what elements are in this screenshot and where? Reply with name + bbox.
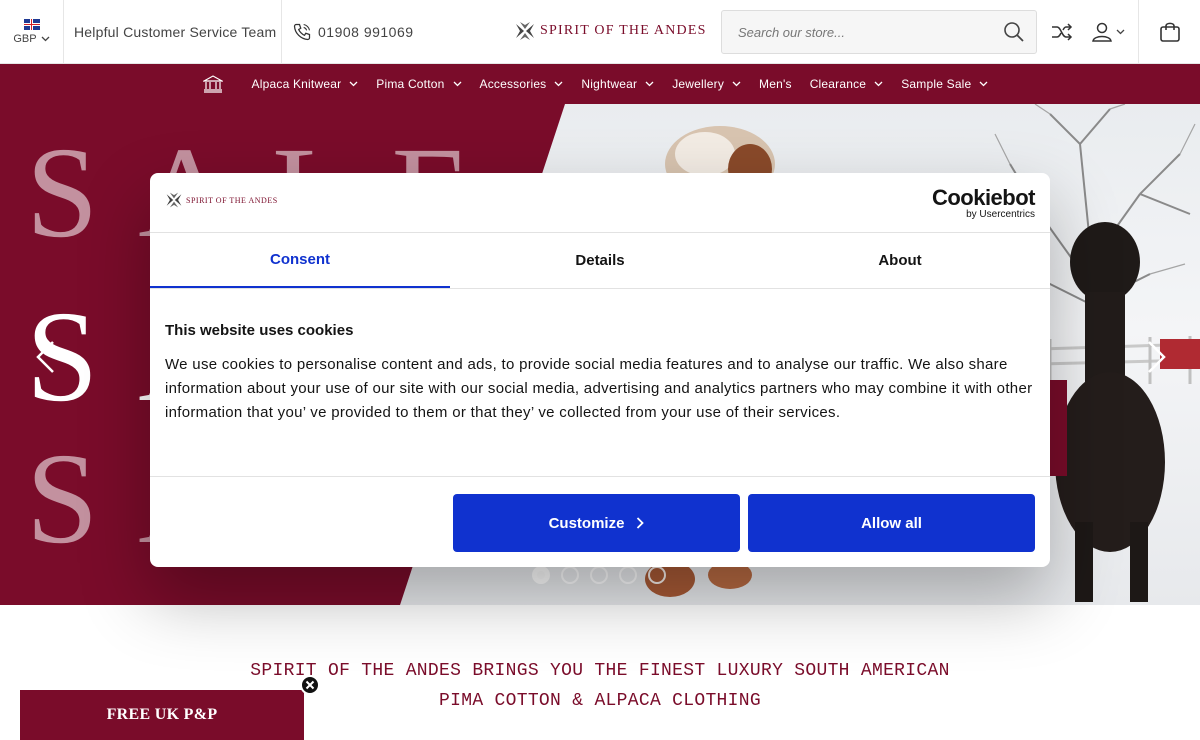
cookiebot-logo[interactable]: Cookiebot by Usercentrics <box>931 185 1036 221</box>
tab-consent[interactable]: Consent <box>150 233 450 288</box>
nav-item-nightwear[interactable]: Nightwear <box>581 77 654 91</box>
cookie-dialog-body: This website uses cookies We use cookies… <box>150 289 1050 477</box>
nav-item-label: Pima Cotton <box>376 77 445 91</box>
free-shipping-banner[interactable]: FREE UK P&P <box>20 690 304 740</box>
chevron-down-icon <box>349 81 358 87</box>
chevron-down-icon <box>874 81 883 87</box>
chevron-down-icon <box>41 36 50 42</box>
slider-dot[interactable] <box>590 566 608 584</box>
account-button[interactable] <box>1084 0 1132 64</box>
chevron-down-icon <box>732 81 741 87</box>
chevron-down-icon <box>645 81 654 87</box>
cookie-dialog-text: We use cookies to personalise content an… <box>165 356 1033 421</box>
nav-item-label: Clearance <box>809 77 867 91</box>
nav-item-label: Alpaca Knitwear <box>251 77 342 91</box>
slider-dot[interactable] <box>648 566 666 584</box>
shuffle-icon <box>1052 23 1073 41</box>
nav-item-label: Nightwear <box>581 77 638 91</box>
slider-dot[interactable] <box>619 566 637 584</box>
customer-service-link[interactable]: Helpful Customer Service Team <box>64 0 282 64</box>
cart-button[interactable] <box>1138 0 1200 64</box>
search-button[interactable] <box>992 10 1036 54</box>
chevron-down-icon <box>453 81 461 87</box>
currency-label: GBP <box>13 33 37 45</box>
user-icon <box>1092 22 1112 42</box>
phone-link[interactable]: 01908 991069 <box>292 0 414 64</box>
free-shipping-label: FREE UK P&P <box>106 706 218 723</box>
nav-item-label: Men's <box>759 77 792 91</box>
slider-prev-arrow-icon[interactable] <box>34 340 56 374</box>
cookie-consent-dialog: SPIRIT OF THE ANDES Cookiebot by Usercen… <box>150 173 1050 567</box>
chevron-right-icon <box>637 517 645 529</box>
cookie-dialog-brand-name: SPIRIT OF THE ANDES <box>186 195 278 205</box>
cookie-tabs: Consent Details About <box>150 233 1050 289</box>
dark-alpaca-image <box>1055 222 1165 602</box>
cookie-dialog-title: This website uses cookies <box>165 322 354 339</box>
tab-about[interactable]: About <box>750 233 1050 288</box>
tab-details[interactable]: Details <box>450 233 750 288</box>
brand-name: SPIRIT OF THE ANDES <box>540 23 707 38</box>
slider-next-arrow-icon[interactable] <box>1146 340 1168 374</box>
customize-button-label: Customize <box>548 514 625 532</box>
nav-item-label: Sample Sale <box>901 77 972 91</box>
home-link[interactable] <box>202 75 223 93</box>
logo-mark-icon <box>516 22 534 40</box>
cookie-dialog-footer: Customize Allow all <box>150 478 1050 567</box>
chevron-down-icon <box>979 81 988 87</box>
currency-selector[interactable]: GBP <box>0 0 64 64</box>
nav-item-label: Jewellery <box>672 77 725 91</box>
nav-item-clearance[interactable]: Clearance <box>810 77 884 91</box>
cookiebot-wordmark: Cookiebot <box>931 185 1036 210</box>
top-header: GBP Helpful Customer Service Team 01908 … <box>0 0 1200 64</box>
chevron-down-icon <box>1116 29 1125 35</box>
cookie-dialog-brand-logo: SPIRIT OF THE ANDES <box>165 191 278 209</box>
slider-dots <box>532 566 666 584</box>
logo-mark-icon <box>166 192 182 208</box>
shopping-bag-icon <box>1159 22 1180 42</box>
shipping-banner-close-button[interactable] <box>300 675 320 695</box>
close-icon <box>305 680 315 690</box>
phone-icon <box>293 23 311 41</box>
tagline-line-1: SPIRIT OF THE ANDES BRINGS YOU THE FINES… <box>250 661 950 681</box>
phone-number: 01908 991069 <box>318 24 414 40</box>
cookiebot-byline: by Usercentrics <box>966 209 1035 220</box>
allow-all-button-label: Allow all <box>861 514 922 532</box>
search-box <box>721 10 1037 54</box>
nav-item-label: Accessories <box>479 77 547 91</box>
hero-accent-tab <box>1050 380 1067 476</box>
nav-item-jewellery[interactable]: Jewellery <box>672 77 741 91</box>
customize-button[interactable]: Customize <box>453 494 740 552</box>
slider-dot[interactable] <box>532 566 550 584</box>
search-icon <box>1004 22 1024 42</box>
uk-flag-icon <box>23 19 40 30</box>
allow-all-button[interactable]: Allow all <box>748 494 1035 552</box>
home-bank-icon <box>202 75 223 93</box>
nav-item-pima-cotton[interactable]: Pima Cotton <box>376 77 461 91</box>
main-nav: Alpaca Knitwear Pima Cotton Accessories Nig… <box>0 64 1200 104</box>
nav-item-sample-sale[interactable]: Sample Sale <box>901 77 988 91</box>
brand-logo[interactable]: SPIRIT OF THE ANDES <box>514 20 707 42</box>
customer-service-label: Helpful Customer Service Team <box>74 24 277 40</box>
slider-dot[interactable] <box>561 566 579 584</box>
chevron-down-icon <box>554 81 563 87</box>
nav-item-accessories[interactable]: Accessories <box>480 77 564 91</box>
nav-item-alpaca-knitwear[interactable]: Alpaca Knitwear <box>252 77 359 91</box>
search-input[interactable] <box>722 11 992 53</box>
compare-button[interactable] <box>1046 0 1078 64</box>
nav-item-men-s[interactable]: Men's <box>759 77 792 91</box>
cookie-dialog-header: SPIRIT OF THE ANDES Cookiebot by Usercen… <box>150 173 1050 233</box>
